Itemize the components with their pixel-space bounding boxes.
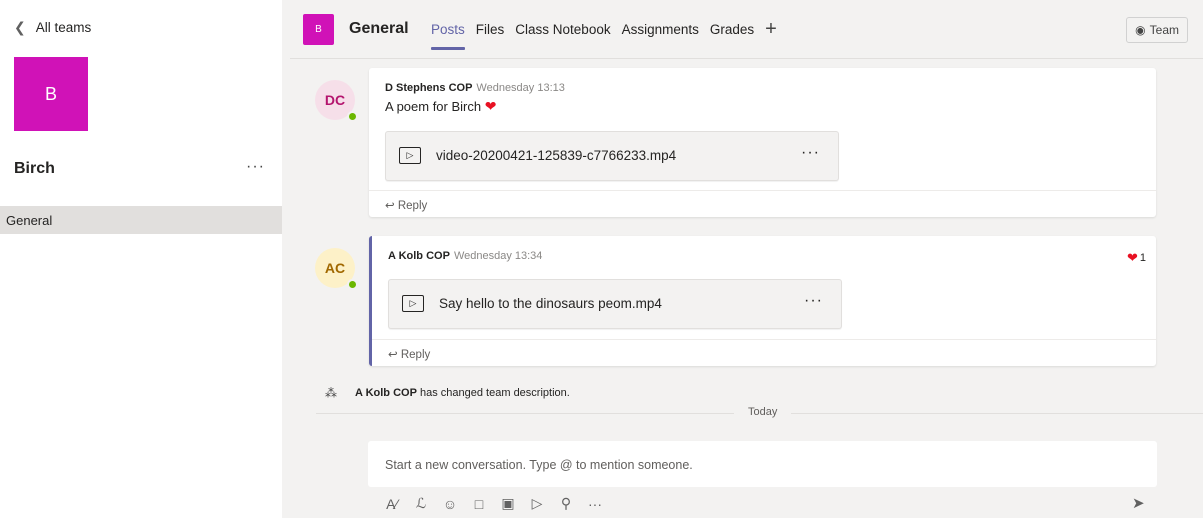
- system-message: ⁂ A Kolb COP has changed team descriptio…: [325, 386, 570, 400]
- date-divider-label: Today: [734, 406, 792, 418]
- add-tab-button[interactable]: +: [765, 18, 777, 41]
- presence-available-icon: [347, 279, 358, 290]
- attach-icon[interactable]: ℒ: [413, 495, 429, 512]
- compose-toolbar: A⁄ ℒ ☺ □ ▣ ▷ ⚲ ···: [384, 495, 603, 512]
- presence-available-icon: [347, 111, 358, 122]
- reply-arrow-icon: ↩: [385, 200, 395, 212]
- team-members-icon: ⁂: [325, 386, 337, 400]
- emoji-icon[interactable]: ☺: [442, 496, 458, 512]
- channel-tabs: Posts Files Class Notebook Assignments G…: [431, 18, 777, 50]
- date-divider: Today: [316, 406, 1203, 420]
- avatar-initials: DC: [324, 92, 346, 108]
- channel-team-avatar: B: [303, 14, 334, 45]
- all-teams-link[interactable]: ❮ All teams: [14, 19, 91, 36]
- message-body: A poem for Birch: [385, 99, 482, 114]
- reply-arrow-icon: ↩: [388, 349, 398, 361]
- message-timestamp: Wednesday 13:13: [476, 82, 565, 94]
- file-more-options-button[interactable]: ···: [801, 144, 820, 162]
- new-conversation-input[interactable]: Start a new conversation. Type @ to ment…: [368, 441, 1157, 487]
- team-more-options-button[interactable]: ···: [246, 158, 265, 176]
- message-card: D Stephens COP Wednesday 13:13 A poem for…: [369, 68, 1156, 217]
- file-more-options-button[interactable]: ···: [804, 292, 823, 310]
- file-attachment[interactable]: ▷ Say hello to the dinosaurs peom.mp4 ··…: [388, 279, 842, 329]
- reply-button[interactable]: ↩ Reply: [369, 190, 1156, 217]
- message-card: A Kolb COP Wednesday 13:34 ❤ 1 ▷ Say hell…: [369, 236, 1156, 366]
- chevron-left-icon: ❮: [14, 19, 26, 35]
- eye-icon: ◉: [1135, 23, 1146, 37]
- reply-label: Reply: [400, 349, 431, 361]
- format-icon[interactable]: A⁄: [384, 496, 400, 512]
- praise-icon[interactable]: ⚲: [558, 495, 574, 512]
- avatar[interactable]: DC: [315, 80, 358, 122]
- heart-icon: ❤: [1126, 250, 1138, 265]
- reaction-count: 1: [1139, 252, 1146, 264]
- team-panel: ❮ All teams B Birch ··· General: [0, 0, 282, 518]
- message-header: D Stephens COP Wednesday 13:13: [385, 82, 565, 94]
- tab-posts[interactable]: Posts: [431, 22, 465, 50]
- tab-class-notebook[interactable]: Class Notebook: [515, 22, 610, 45]
- team-info-button[interactable]: ◉ Team: [1126, 17, 1188, 43]
- team-button-label: Team: [1149, 23, 1179, 37]
- author-name[interactable]: A Kolb COP: [388, 250, 450, 262]
- stream-icon[interactable]: ▷: [529, 495, 545, 512]
- team-name: Birch: [14, 160, 55, 177]
- team-avatar: B: [14, 57, 88, 131]
- message-text: A poem for Birch ❤: [385, 98, 496, 115]
- heart-icon: ❤: [484, 98, 497, 114]
- tab-assignments[interactable]: Assignments: [622, 22, 699, 45]
- file-name: Say hello to the dinosaurs peom.mp4: [439, 296, 662, 311]
- all-teams-label: All teams: [35, 20, 92, 35]
- message-header: A Kolb COP Wednesday 13:34: [388, 250, 542, 262]
- system-message-text: A Kolb COP has changed team description.: [355, 387, 570, 399]
- more-options-icon[interactable]: ···: [587, 496, 603, 512]
- meet-now-icon[interactable]: ▣: [500, 495, 516, 512]
- avatar[interactable]: AC: [315, 248, 358, 290]
- channel-title: General: [349, 20, 409, 37]
- system-message-body: has changed team description.: [420, 387, 570, 399]
- video-file-icon: ▷: [402, 295, 424, 312]
- file-name: video-20200421-125839-c7766233.mp4: [436, 148, 677, 163]
- channel-item-general[interactable]: General: [0, 206, 282, 234]
- video-file-icon: ▷: [399, 147, 421, 164]
- author-name[interactable]: D Stephens COP: [385, 82, 472, 94]
- avatar-initials: AC: [324, 260, 346, 276]
- channel-header: B General Posts Files Class Notebook Ass…: [290, 0, 1203, 59]
- reply-label: Reply: [397, 200, 428, 212]
- system-message-actor[interactable]: A Kolb COP: [355, 387, 417, 399]
- sticker-icon[interactable]: □: [471, 496, 487, 512]
- send-icon[interactable]: ➤: [1132, 494, 1145, 512]
- reply-button[interactable]: ↩ Reply: [372, 339, 1156, 366]
- tab-files[interactable]: Files: [476, 22, 505, 45]
- tab-grades[interactable]: Grades: [710, 22, 754, 45]
- message-timestamp: Wednesday 13:34: [453, 250, 543, 262]
- file-attachment[interactable]: ▷ video-20200421-125839-c7766233.mp4 ···: [385, 131, 839, 181]
- heart-reaction[interactable]: ❤ 1: [1127, 250, 1146, 266]
